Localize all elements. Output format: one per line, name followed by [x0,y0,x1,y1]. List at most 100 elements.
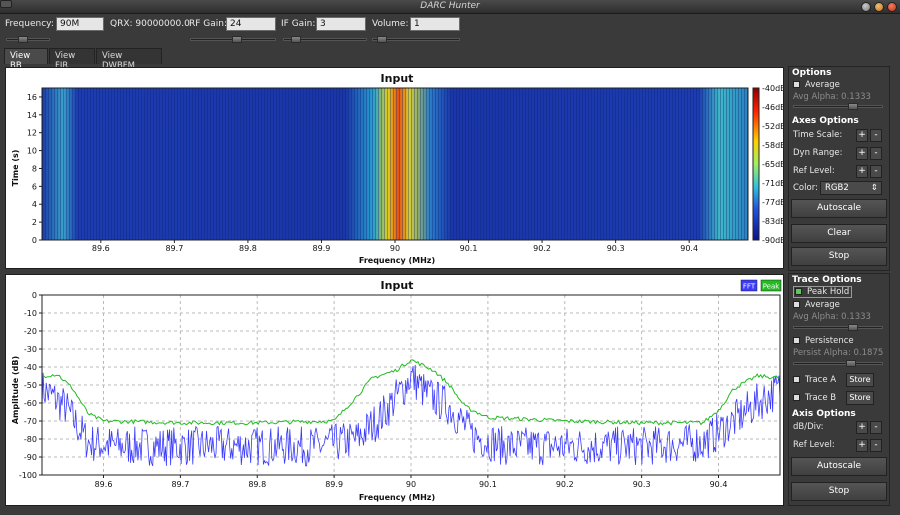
spectrum-xtick-label: 90 [406,480,416,489]
peak-hold-checkbox-box[interactable] [795,288,802,295]
stop-button-bottom[interactable]: Stop [791,482,887,501]
window-title: DARC Hunter [420,1,480,11]
colorbar-label: -71dB [762,179,783,188]
rf-gain-slider[interactable] [190,36,276,43]
waterfall-ytick-label: 16 [27,93,37,102]
title-bar: DARC Hunter [0,0,900,14]
waterfall-ytick-label: 10 [27,147,37,156]
spectrum-xtick-label: 89.8 [248,480,266,489]
options-header: Options [792,68,832,78]
avg-alpha-label: Avg Alpha: 0.1333 [793,92,871,102]
time-scale-plus-button[interactable]: + [856,129,868,142]
spectrum-ref-level-label: Ref Level: [793,440,835,450]
average-label: Average [805,80,840,90]
colorbar-label: -40dB [762,84,783,93]
volume-slider[interactable] [372,36,460,43]
trace-avg-alpha-slider-handle[interactable] [848,324,858,331]
trace-a-checkbox-box[interactable] [793,376,800,383]
tab-view-bb[interactable]: View BB [4,48,48,71]
legend-label-fft: FFT [743,283,756,291]
waterfall-xtick-label: 90.3 [607,244,625,253]
frequency-slider[interactable] [6,36,50,43]
ref-level-label: Ref Level: [793,166,835,176]
colorbar-label: -58dB [762,141,783,150]
waterfall-ytick-label: 14 [27,111,37,120]
frequency-input[interactable] [56,17,104,31]
waterfall-ytick-label: 6 [32,182,37,191]
waterfall-plot: Input 89.6 89.7 89.8 89.9 90 90.1 90.2 9… [11,72,786,265]
trace-a-store-button[interactable]: Store [846,373,874,387]
waterfall-ytick-label: 0 [32,236,37,245]
dyn-range-minus-button[interactable]: - [870,147,882,160]
persistence-checkbox-box[interactable] [793,337,800,344]
trace-b-label: Trace B [805,393,837,403]
db-div-minus-button[interactable]: - [870,421,882,434]
spectrum-ytick-label: -10 [24,309,37,318]
colorbar-label: -83dB [762,217,783,226]
ref-level-minus-button[interactable]: - [870,165,882,178]
maximize-icon[interactable] [874,2,884,12]
trace-avg-alpha-slider[interactable] [793,324,883,331]
minimize-icon[interactable] [861,2,871,12]
spectrum-title: Input [381,279,414,292]
spectrum-ref-level-plus-button[interactable]: + [856,439,868,452]
spectrum-ylabel: Amplitude (dB) [11,356,20,424]
trace-average-checkbox[interactable]: Average [793,300,840,310]
time-scale-minus-button[interactable]: - [870,129,882,142]
tab-view-fir[interactable]: View FIR [49,48,95,71]
trace-a-checkbox[interactable]: Trace A [793,375,836,385]
autoscale-button-bottom[interactable]: Autoscale [791,457,887,476]
rf-gain-input[interactable] [226,17,276,31]
waterfall-xtick-label: 90.1 [460,244,478,253]
rf-gain-slider-handle[interactable] [231,36,242,43]
avg-alpha-slider[interactable] [793,103,883,110]
spectrum-xlabel: Frequency (MHz) [359,493,435,502]
colorbar-label: -46dB [762,103,783,112]
trace-b-checkbox[interactable]: Trace B [793,393,836,403]
trace-average-label: Average [805,300,840,310]
ref-level-plus-button[interactable]: + [856,165,868,178]
clear-button[interactable]: Clear [791,224,887,243]
trace-b-checkbox-box[interactable] [793,394,800,401]
spectrum-ref-level-minus-button[interactable]: - [870,439,882,452]
spectrum-xtick-label: 90.4 [710,480,728,489]
waterfall-xtick-label: 89.9 [313,244,331,253]
if-gain-slider[interactable] [283,36,367,43]
axes-options-header: Axes Options [792,116,859,126]
peak-hold-checkbox[interactable]: Peak Hold [793,286,853,298]
close-icon[interactable] [887,2,897,12]
spectrum-xtick-label: 89.7 [171,480,189,489]
if-gain-input[interactable] [316,17,366,31]
color-select[interactable]: RGB2 ⇕ [820,181,882,195]
waterfall-title: Input [381,72,414,85]
if-gain-slider-handle[interactable] [291,36,302,43]
colorbar-label: -77dB [762,198,783,207]
spectrum-ytick-label: -50 [24,381,37,390]
persist-alpha-slider[interactable] [793,360,883,367]
trace-avg-alpha-label: Avg Alpha: 0.1333 [793,312,871,322]
dyn-range-plus-button[interactable]: + [856,147,868,160]
volume-input[interactable] [410,17,460,31]
autoscale-button-top[interactable]: Autoscale [791,199,887,218]
frequency-slider-handle[interactable] [18,36,29,43]
avg-alpha-slider-handle[interactable] [848,103,858,110]
spectrum-ytick-label: -40 [24,363,37,372]
spectrum-ytick-label: -100 [19,471,37,480]
volume-label: Volume: [372,19,409,29]
tab-view-dwbfm[interactable]: View DWBFM [96,48,162,71]
colorbar [752,87,760,241]
spectrum-ytick-label: -80 [24,435,37,444]
stop-button-top[interactable]: Stop [791,247,887,266]
trace-b-store-button[interactable]: Store [846,391,874,405]
persist-alpha-slider-handle[interactable] [846,360,856,367]
persistence-checkbox[interactable]: Persistence [793,336,854,346]
db-div-plus-button[interactable]: + [856,421,868,434]
average-checkbox[interactable]: Average [793,80,840,90]
axis-options-header: Axis Options [792,409,856,419]
trace-average-checkbox-box[interactable] [793,301,800,308]
persist-alpha-label: Persist Alpha: 0.1875 [793,348,884,358]
waterfall-xtick-label: 90.2 [533,244,551,253]
spectrum-ytick-label: -60 [24,399,37,408]
average-checkbox-box[interactable] [793,81,800,88]
volume-slider-handle[interactable] [376,36,387,43]
